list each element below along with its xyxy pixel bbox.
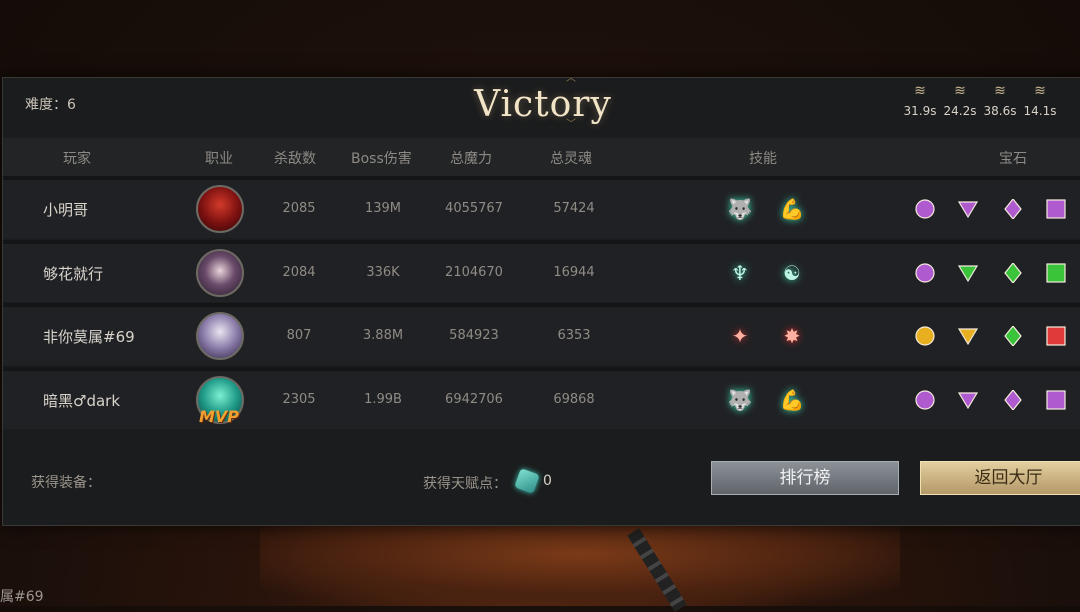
gem-circle-icon[interactable] xyxy=(915,390,935,410)
talent-label: 获得天赋点： xyxy=(423,476,507,492)
gem-diamond-icon[interactable] xyxy=(1003,325,1023,347)
chevron-rank-icon: ≋ xyxy=(1034,83,1046,99)
chevron-rank-icon: ≋ xyxy=(954,83,966,99)
table-header: 玩家 职业 杀敌数 Boss伤害 总魔力 总灵魂 技能 宝石 xyxy=(3,138,1080,176)
gem-circle-icon[interactable] xyxy=(915,326,935,346)
results-panel: 难度：6 ︿ Victory ﹀ ≋ 31.9s ≋ 24.2s ≋ 38.6s… xyxy=(2,73,1080,526)
gem-triangle-icon[interactable] xyxy=(957,199,979,219)
head-icon[interactable]: ☯ xyxy=(779,260,805,286)
kills-cell: 807 xyxy=(286,328,312,343)
wolf-icon[interactable]: 🐺 xyxy=(727,387,753,413)
column-class: 职业 xyxy=(205,151,233,167)
boss-damage-cell: 1.99B xyxy=(364,392,402,407)
return-lobby-button[interactable]: 返回大厅 xyxy=(920,461,1080,495)
gem-diamond-icon[interactable] xyxy=(1003,389,1023,411)
total-soul-cell: 6353 xyxy=(557,328,591,343)
class-avatar xyxy=(196,185,244,233)
arm-icon[interactable]: 💪 xyxy=(779,196,805,222)
talent-points: 0 xyxy=(543,473,552,489)
wave-time-item: ≋ 14.1s xyxy=(1023,84,1057,118)
table-row: 非你莫属#69 807 3.88M 584923 6353 ✦ ✸ xyxy=(3,303,1080,365)
wave-times: ≋ 31.9s ≋ 24.2s ≋ 38.6s ≋ 14.1s xyxy=(903,84,1057,118)
total-mana-cell: 2104670 xyxy=(445,265,503,280)
kills-cell: 2084 xyxy=(282,265,316,280)
wave-time-item: ≋ 31.9s xyxy=(903,84,937,118)
table-row: 小明哥 2085 139M 4055767 57424 🐺 💪 xyxy=(3,176,1080,238)
total-mana-cell: 584923 xyxy=(449,328,499,343)
column-kills: 杀敌数 xyxy=(274,151,316,167)
gem-square-icon[interactable] xyxy=(1046,199,1066,219)
gem-triangle-icon[interactable] xyxy=(957,326,979,346)
player-name: 非你莫属#69 xyxy=(43,328,135,346)
player-name: 够花就行 xyxy=(43,265,104,283)
burst-icon[interactable]: ✸ xyxy=(779,323,805,349)
arm-icon[interactable]: 💪 xyxy=(779,387,805,413)
wave-time: 38.6s xyxy=(983,104,1017,118)
gem-triangle-icon[interactable] xyxy=(957,263,979,283)
wave-time: 24.2s xyxy=(943,104,977,118)
gem-diamond-icon[interactable] xyxy=(1003,262,1023,284)
total-mana-cell: 6942706 xyxy=(445,392,503,407)
background-player-name: 属#69 xyxy=(0,589,44,605)
gem-square-icon[interactable] xyxy=(1046,390,1066,410)
boss-damage-cell: 336K xyxy=(366,265,400,280)
gem-diamond-icon[interactable] xyxy=(1003,198,1023,220)
wolf-icon[interactable]: 🐺 xyxy=(727,196,753,222)
title-ornament-top: ︿ xyxy=(566,73,576,84)
total-soul-cell: 69868 xyxy=(553,392,595,407)
gem-triangle-icon[interactable] xyxy=(957,390,979,410)
player-name: 小明哥 xyxy=(43,201,89,219)
column-total-soul: 总灵魂 xyxy=(550,151,592,167)
class-avatar xyxy=(196,312,244,360)
table-row: 够花就行 2084 336K 2104670 16944 ♆ ☯ xyxy=(3,240,1080,302)
wave-time-item: ≋ 24.2s xyxy=(943,84,977,118)
column-gems: 宝石 xyxy=(999,151,1027,167)
wave-time-item: ≋ 38.6s xyxy=(983,84,1017,118)
kills-cell: 2085 xyxy=(282,201,316,216)
claw-icon[interactable]: ✦ xyxy=(727,323,753,349)
chevron-rank-icon: ≋ xyxy=(994,83,1006,99)
total-mana-cell: 4055767 xyxy=(445,201,503,216)
wave-time: 14.1s xyxy=(1023,104,1057,118)
title-ornament-bottom: ﹀ xyxy=(566,119,576,130)
column-skills: 技能 xyxy=(749,151,777,167)
column-total-mana: 总魔力 xyxy=(450,151,492,167)
talent-gem-icon xyxy=(514,468,540,494)
kills-cell: 2305 xyxy=(282,392,316,407)
gem-square-icon[interactable] xyxy=(1046,263,1066,283)
total-soul-cell: 57424 xyxy=(553,201,595,216)
gem-square-icon[interactable] xyxy=(1046,326,1066,346)
chevron-rank-icon: ≋ xyxy=(914,83,926,99)
tree-icon[interactable]: ♆ xyxy=(727,260,753,286)
total-soul-cell: 16944 xyxy=(553,265,595,280)
boss-damage-cell: 3.88M xyxy=(362,328,404,343)
player-name: 暗黑♂dark xyxy=(43,392,121,410)
gem-circle-icon[interactable] xyxy=(915,199,935,219)
boss-damage-cell: 139M xyxy=(364,201,402,216)
equipment-label: 获得装备： xyxy=(31,475,101,491)
mvp-badge: MVP xyxy=(199,407,240,426)
lava-background xyxy=(260,520,900,606)
column-player: 玩家 xyxy=(63,151,91,167)
leaderboard-button[interactable]: 排行榜 xyxy=(711,461,899,495)
column-boss-damage: Boss伤害 xyxy=(351,151,412,167)
table-row: 暗黑♂dark MVP 2305 1.99B 6942706 69868 🐺 💪 xyxy=(3,367,1080,429)
wave-time: 31.9s xyxy=(903,104,937,118)
gem-circle-icon[interactable] xyxy=(915,263,935,283)
class-avatar xyxy=(196,249,244,297)
